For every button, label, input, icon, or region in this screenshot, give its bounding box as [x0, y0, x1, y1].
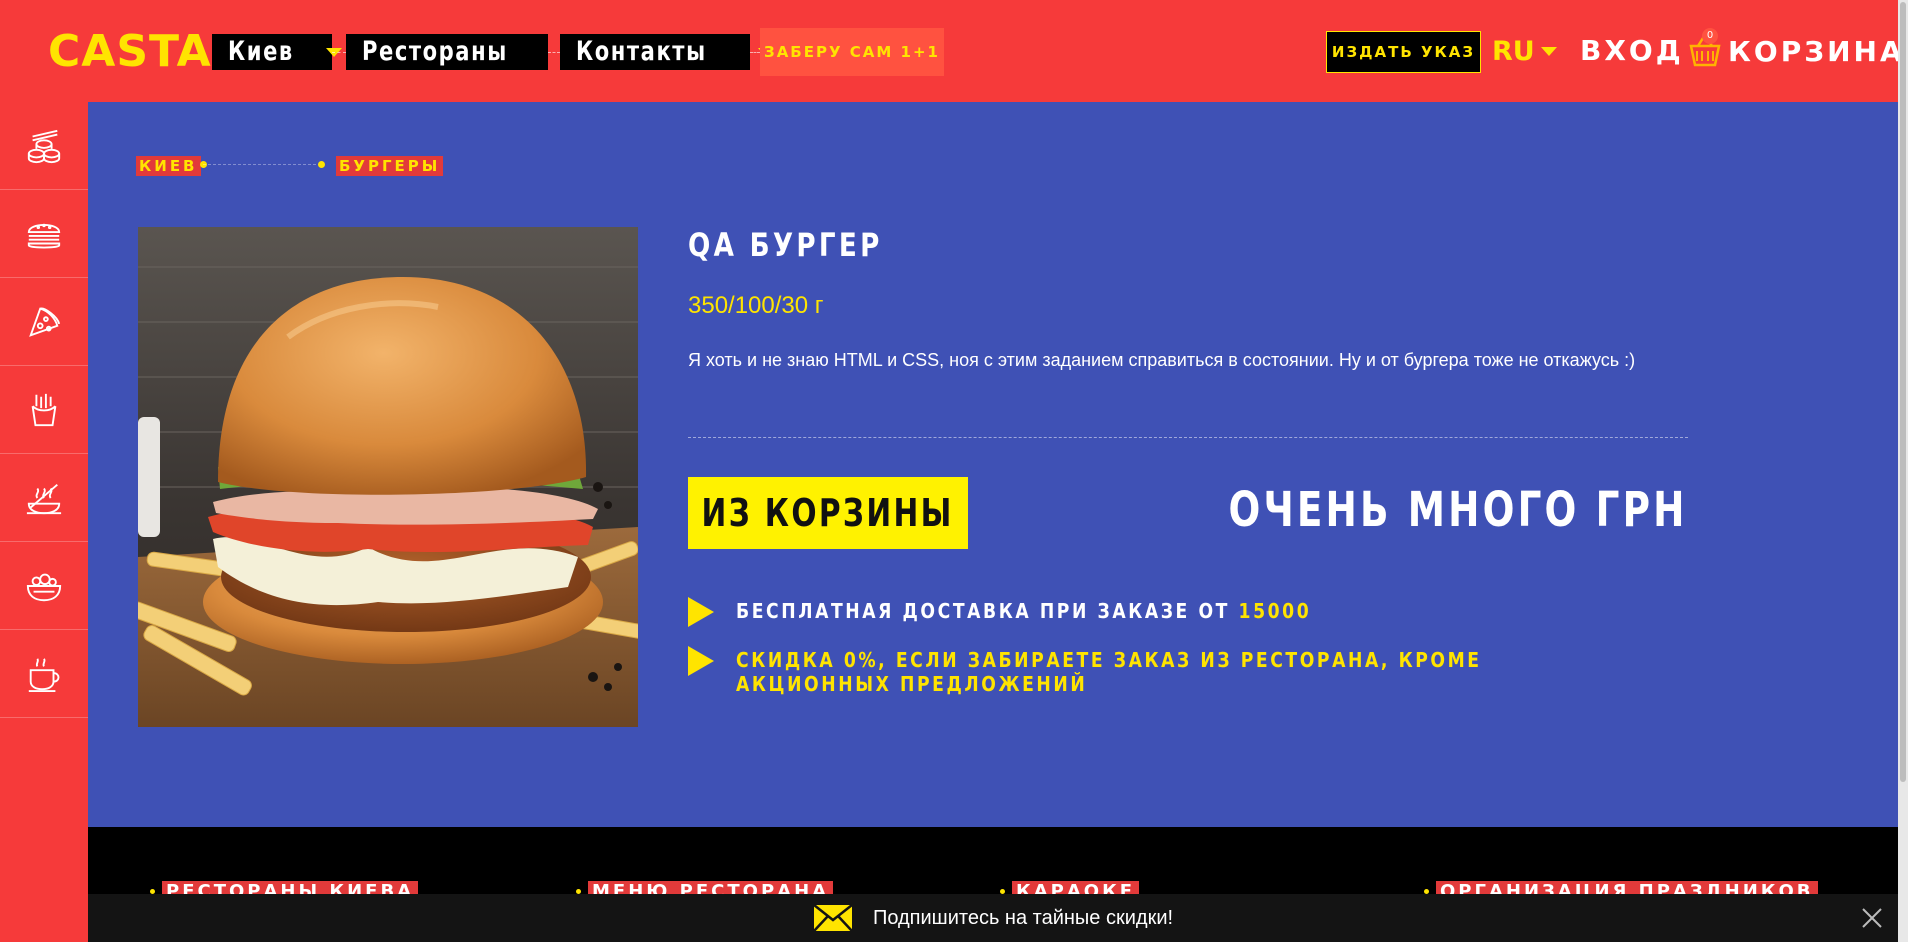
chevron-down-icon [1540, 47, 1557, 56]
sidebar-item-drinks[interactable] [0, 630, 88, 718]
discount-info-text: Скидка 0%, если забираете заказ из ресто… [736, 648, 1482, 696]
product-weight: 350/100/30 г [688, 292, 824, 319]
scrollbar-thumb[interactable] [1900, 2, 1906, 782]
coffee-cup-icon [28, 657, 60, 692]
order-button[interactable]: Издать указ [1326, 31, 1481, 73]
cart-count-badge: 0 [1702, 28, 1718, 44]
breadcrumb-divider [203, 164, 321, 165]
nav-restaurants[interactable]: Рестораны [346, 34, 579, 70]
breadcrumb-dot [318, 161, 325, 168]
subscribe-banner[interactable]: Подпишитесь на тайные скидки! [88, 894, 1898, 942]
remove-from-cart-label: Из корзины [701, 491, 955, 535]
site-header: CASTA Киев Рестораны Контакты Заберу сам… [0, 0, 1902, 102]
nav-divider [750, 52, 760, 53]
fries-icon [31, 393, 57, 426]
section-divider [688, 437, 1688, 438]
nav-city[interactable]: Киев [212, 34, 343, 70]
basket-icon: 0 [1688, 28, 1722, 68]
category-sidebar [0, 102, 88, 942]
nav-divider [548, 52, 560, 53]
delivery-info: Бесплатная доставка при заказе от 15000 [688, 597, 1616, 627]
remove-from-cart-button[interactable]: Из корзины [688, 477, 968, 549]
close-icon[interactable] [1860, 906, 1884, 930]
delivery-info-text: Бесплатная доставка при заказе от 15000 [736, 599, 1493, 623]
subscribe-text: Подпишитесь на тайные скидки! [872, 906, 1174, 929]
sidebar-item-fries[interactable] [0, 366, 88, 454]
nav-restaurants-label: Рестораны [362, 36, 508, 67]
delivery-text: Бесплатная доставка при заказе от [736, 599, 1230, 623]
product-price: Очень много грн [1228, 482, 1688, 538]
sidebar-item-sushi[interactable] [0, 102, 88, 190]
product-description: Я хоть и не знаю HTML и CSS, ноя с этим … [688, 350, 1636, 370]
nav-contacts-label: Контакты [576, 36, 707, 67]
pizza-icon [29, 307, 61, 337]
language-label: RU [1492, 36, 1535, 67]
cart-label: Корзина [1728, 34, 1905, 68]
delivery-amount: 15000 [1238, 599, 1312, 623]
breadcrumb-city[interactable]: Киев [136, 156, 201, 176]
sushi-icon [27, 129, 61, 163]
breadcrumb-category[interactable]: Бургеры [336, 156, 444, 176]
nav-divider [332, 52, 346, 53]
hot-dish-icon [26, 483, 62, 514]
product-image [138, 227, 638, 727]
triangle-bullet-icon [688, 597, 714, 627]
cart-button[interactable]: 0 Корзина [1688, 28, 1905, 68]
nav-contacts[interactable]: Контакты [560, 34, 774, 70]
sidebar-item-pizza[interactable] [0, 278, 88, 366]
logo[interactable]: CASTA [48, 26, 212, 77]
triangle-bullet-icon [688, 646, 714, 676]
burger-icon [27, 223, 61, 248]
salad-icon [26, 573, 62, 601]
login-link[interactable]: Вход [1580, 34, 1684, 67]
envelope-icon [813, 904, 853, 932]
discount-info: Скидка 0%, если забираете заказ из ресто… [688, 646, 1616, 696]
pickup-promo-button[interactable]: Заберу сам 1+1 [760, 28, 944, 76]
sidebar-item-burgers[interactable] [0, 190, 88, 278]
product-title: QA бургер [688, 226, 883, 264]
nav-city-label: Киев [228, 36, 294, 67]
language-selector[interactable]: RU [1492, 36, 1557, 67]
sidebar-item-salads[interactable] [0, 542, 88, 630]
sidebar-item-hot-dishes[interactable] [0, 454, 88, 542]
product-section: Киев Бургеры [88, 102, 1898, 827]
